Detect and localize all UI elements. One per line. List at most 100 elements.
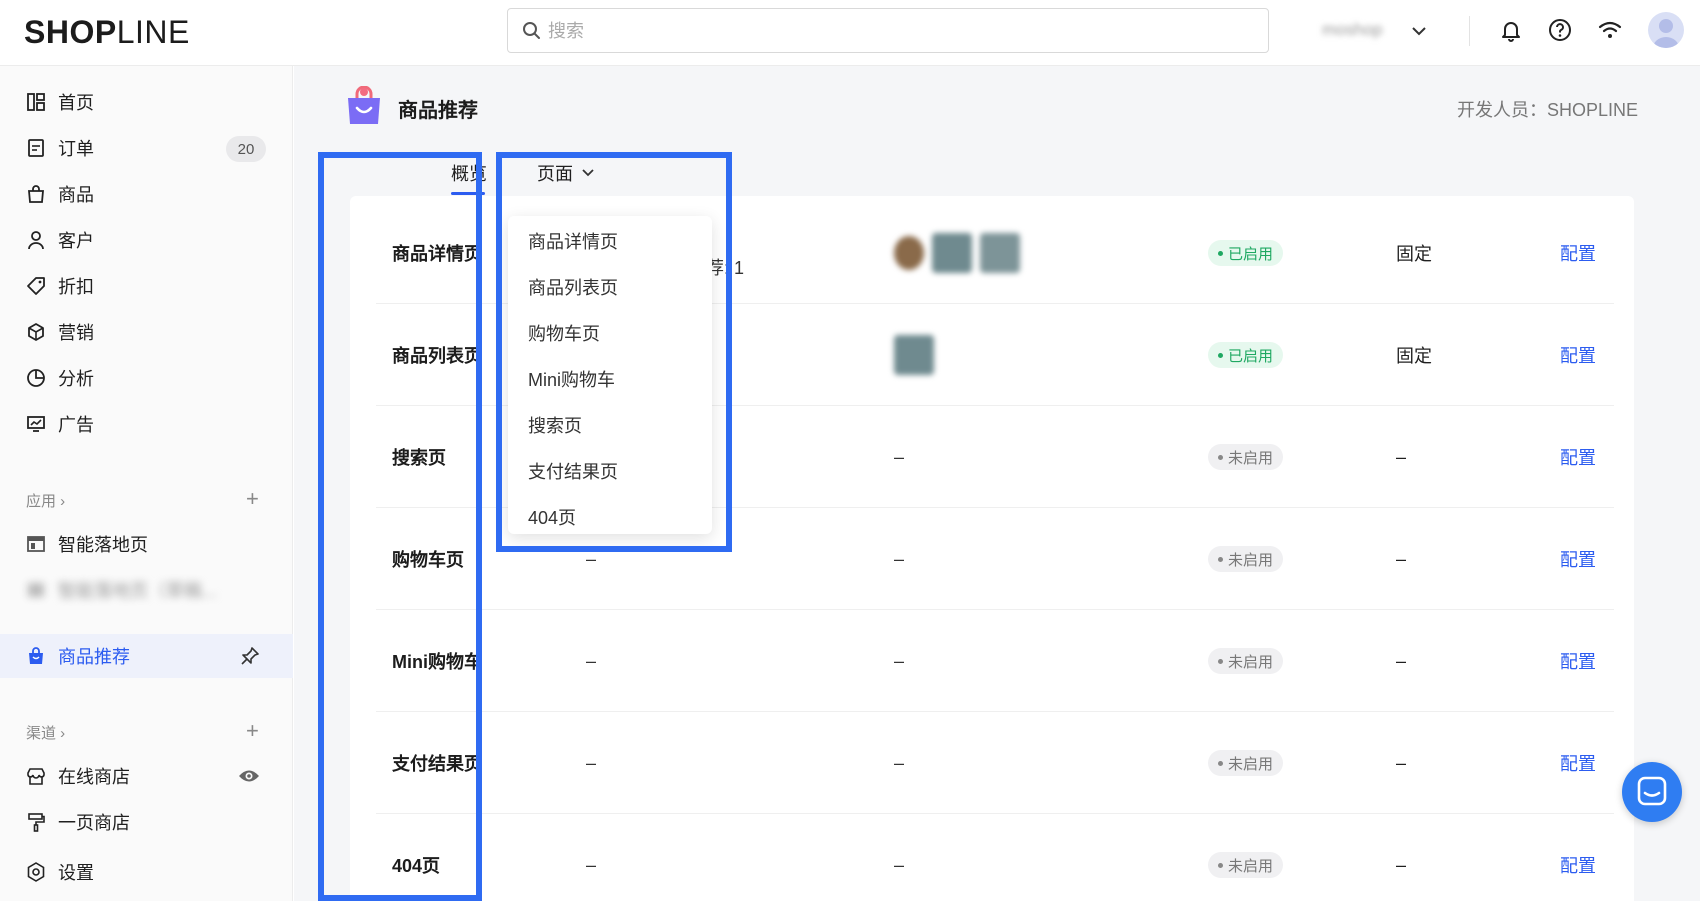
product-thumbnail [894, 236, 924, 270]
configure-link[interactable]: 配置 [1560, 610, 1596, 712]
apps-section-title[interactable]: 应用 › [26, 490, 65, 511]
sidebar-item-label: 商品 [58, 185, 94, 205]
row-status: 未启用 [1208, 610, 1284, 712]
sidebar-item-label: 智能落地页 [58, 535, 148, 555]
eye-icon[interactable] [238, 767, 260, 790]
chevron-down-icon[interactable] [1410, 22, 1428, 45]
orders-count-badge: 20 [226, 136, 266, 162]
row-mode: 固定 [1396, 346, 1432, 366]
sidebar-item-home[interactable]: 首页 [0, 82, 293, 122]
sidebar-item-orders[interactable]: 订单 20 [0, 128, 293, 168]
row-recommend-count: – [586, 854, 597, 875]
row-status: 未启用 [1208, 712, 1284, 814]
cube-icon [26, 322, 46, 342]
row-recommend-count: – [586, 752, 597, 773]
user-avatar[interactable] [1648, 12, 1684, 48]
search-icon [522, 21, 542, 46]
highlight-box-page-names [318, 152, 482, 901]
table-row: 支付结果页 – – 未启用 – 配置 [376, 712, 1614, 814]
paint-roller-icon [26, 812, 46, 832]
row-products: – [894, 548, 905, 569]
row-mode: – [1396, 854, 1407, 875]
gear-icon [26, 862, 46, 882]
header-divider [1469, 16, 1470, 46]
user-icon [26, 230, 46, 250]
search-input[interactable] [548, 17, 1248, 45]
highlight-box-dropdown [496, 152, 732, 552]
product-thumbnail [932, 233, 972, 273]
row-products: – [894, 752, 905, 773]
app-header: 商品推荐 开发人员：SHOPLINE [294, 66, 1700, 146]
configure-link[interactable]: 配置 [1560, 304, 1596, 406]
row-mode: 固定 [1396, 244, 1432, 264]
row-products: – [894, 446, 905, 467]
shopping-bag-icon [26, 184, 46, 204]
chat-button[interactable] [1622, 762, 1682, 822]
sidebar-app-product-recommend[interactable]: 商品推荐 [0, 634, 293, 678]
sidebar-item-marketing[interactable]: 营销 [0, 312, 293, 352]
row-products: – [894, 854, 905, 875]
shopline-logo[interactable]: SHOPLINE [24, 14, 190, 51]
status-badge: 未启用 [1208, 546, 1284, 572]
sidebar-channel-one-page-store[interactable]: 一页商店 [0, 802, 293, 842]
bell-icon[interactable] [1497, 16, 1525, 44]
pin-icon[interactable] [240, 646, 260, 671]
app-title: 商品推荐 [398, 100, 478, 122]
row-mode: – [1396, 446, 1407, 467]
add-channel-icon[interactable]: + [246, 720, 259, 742]
configure-link[interactable]: 配置 [1560, 406, 1596, 508]
sidebar-item-label: 广告 [58, 415, 94, 435]
channels-section-title[interactable]: 渠道 › [26, 722, 65, 743]
status-badge: 已启用 [1208, 240, 1284, 266]
wifi-icon[interactable] [1596, 16, 1624, 44]
sidebar-item-label: 在线商店 [58, 767, 130, 787]
monitor-chart-icon [26, 414, 46, 434]
product-thumbnail [980, 233, 1020, 273]
chat-icon [1637, 776, 1667, 806]
row-status: 未启用 [1208, 814, 1284, 901]
status-badge: 未启用 [1208, 444, 1284, 470]
layout-icon [26, 534, 46, 554]
sidebar-item-analytics[interactable]: 分析 [0, 358, 293, 398]
row-thumbnails [894, 304, 942, 406]
sidebar-channel-online-store[interactable]: 在线商店 [0, 756, 293, 796]
table-row: Mini购物车 – – 未启用 – 配置 [376, 610, 1614, 712]
configure-link[interactable]: 配置 [1560, 814, 1596, 901]
home-icon [26, 92, 46, 112]
help-icon[interactable] [1546, 16, 1574, 44]
sidebar-app-landing-page[interactable]: 智能落地页 [0, 524, 293, 564]
sidebar: 首页 订单 20 商品 客户 折扣 营销 分析 广告 应用 › + 智能落地页 … [0, 66, 293, 901]
configure-link[interactable]: 配置 [1560, 508, 1596, 610]
add-app-icon[interactable]: + [246, 488, 259, 510]
tag-icon [26, 276, 46, 296]
sidebar-app-landing-draft[interactable]: 智能落地页（草稿... [0, 570, 293, 610]
sidebar-item-settings[interactable]: 设置 [0, 852, 293, 892]
sidebar-item-customers[interactable]: 客户 [0, 220, 293, 260]
store-icon [26, 766, 46, 786]
status-badge: 未启用 [1208, 852, 1284, 878]
sidebar-item-label: 营销 [58, 323, 94, 343]
sidebar-item-ads[interactable]: 广告 [0, 404, 293, 444]
sidebar-item-label: 智能落地页（草稿... [58, 581, 218, 601]
configure-link[interactable]: 配置 [1560, 712, 1596, 814]
sidebar-item-label: 商品推荐 [58, 647, 130, 667]
row-status: 已启用 [1208, 304, 1284, 406]
row-products: – [894, 650, 905, 671]
shop-name[interactable]: moshop [1322, 20, 1382, 40]
top-bar: SHOPLINE moshop [0, 0, 1700, 66]
pie-chart-icon [26, 368, 46, 388]
product-thumbnail [894, 335, 934, 375]
app-logo-icon [346, 85, 382, 126]
configure-link[interactable]: 配置 [1560, 202, 1596, 304]
row-thumbnails [894, 202, 1028, 304]
sidebar-item-discounts[interactable]: 折扣 [0, 266, 293, 306]
sidebar-item-products[interactable]: 商品 [0, 174, 293, 214]
status-badge: 已启用 [1208, 342, 1284, 368]
app-icon [26, 580, 46, 600]
row-status: 未启用 [1208, 406, 1284, 508]
status-badge: 未启用 [1208, 648, 1284, 674]
search-box [507, 8, 1269, 53]
sidebar-item-label: 订单 [58, 139, 94, 159]
sidebar-item-label: 客户 [58, 231, 94, 251]
row-mode: – [1396, 752, 1407, 773]
